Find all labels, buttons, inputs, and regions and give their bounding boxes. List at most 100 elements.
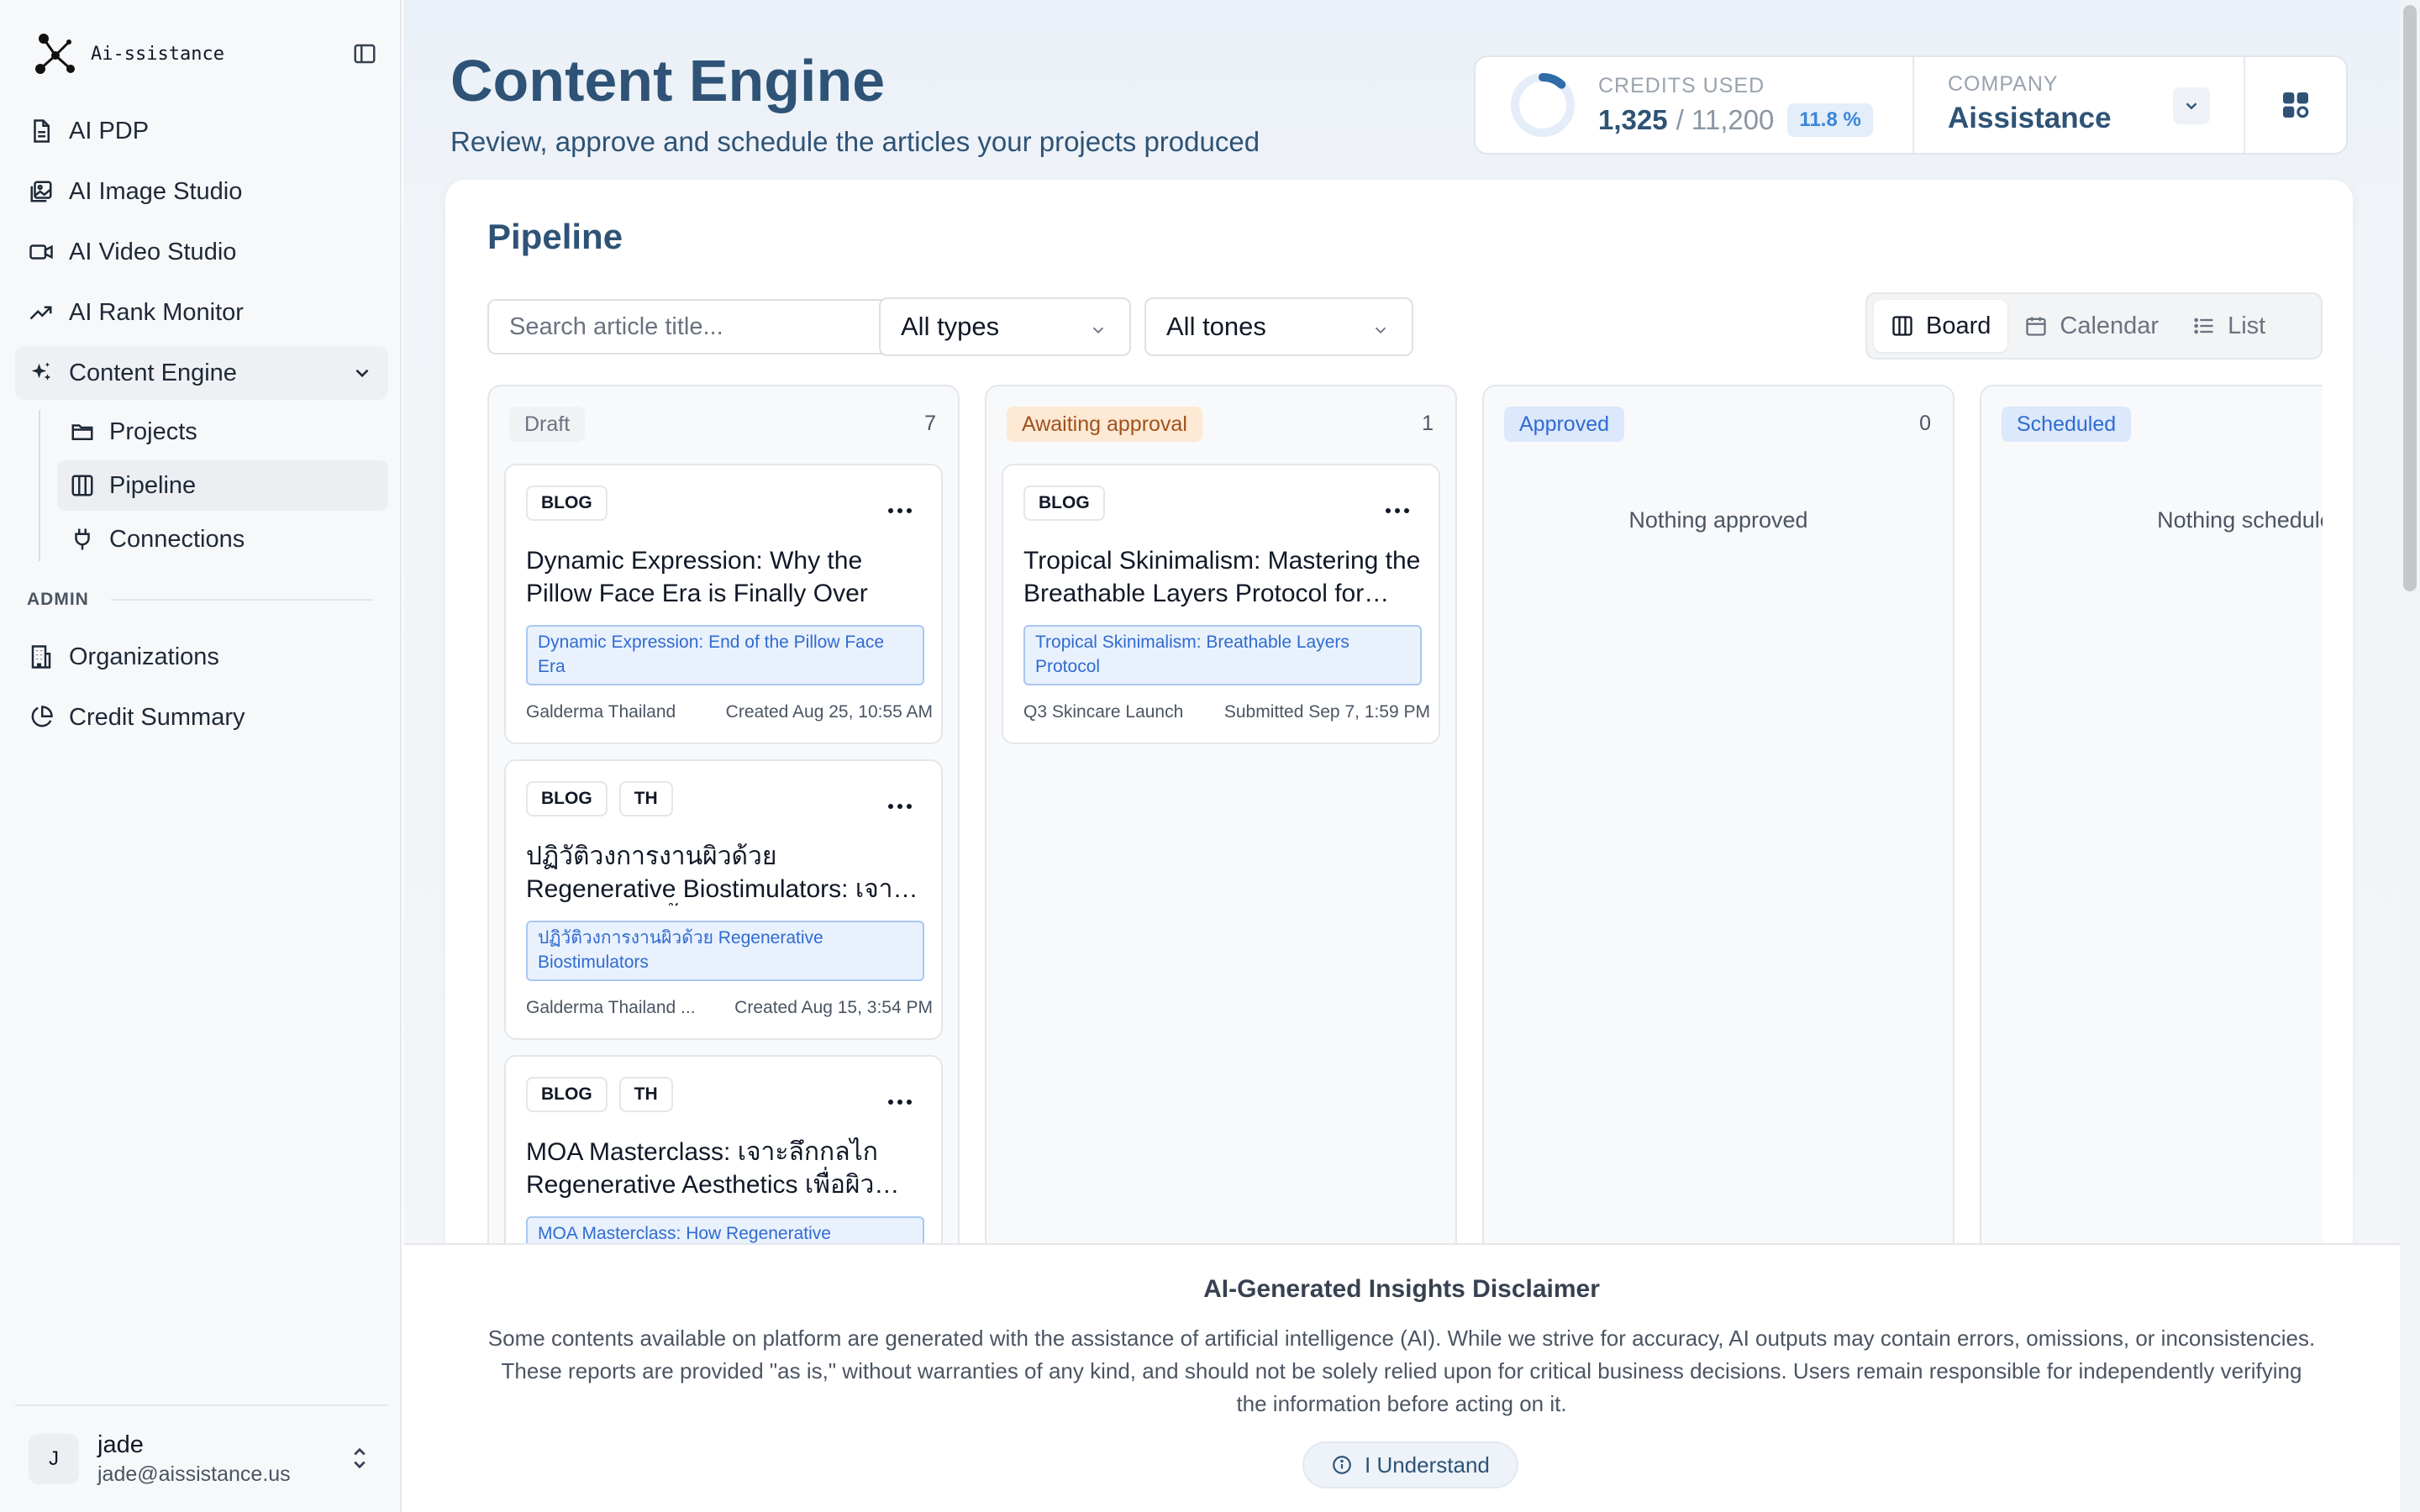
card-source: Galderma Thailand ... xyxy=(526,998,696,1017)
view-calendar-button[interactable]: Calendar xyxy=(2007,300,2175,352)
nav-label: Organizations xyxy=(69,643,219,670)
language-tag: TH xyxy=(618,1077,673,1112)
chevrons-up-down-icon xyxy=(348,1445,371,1472)
chevron-down-icon xyxy=(351,362,373,384)
more-options-icon[interactable] xyxy=(1385,507,1410,514)
user-name: jade xyxy=(97,1431,144,1458)
admin-label: ADMIN xyxy=(27,590,89,609)
tone-filter-value: All tones xyxy=(1166,312,1266,341)
nav-item-ai-pdp[interactable]: AI PDP xyxy=(15,104,388,158)
company-dropdown-button[interactable] xyxy=(2173,87,2210,124)
article-card[interactable]: BLOG Tropical Skinimalism: Mastering the… xyxy=(1002,464,1440,744)
apps-button[interactable] xyxy=(2245,57,2346,153)
user-info: jade jade@aissistance.us xyxy=(97,1431,291,1487)
project-tag: Tropical Skinimalism: Breathable Layers … xyxy=(1023,625,1422,685)
folder-icon xyxy=(69,418,96,445)
stats-card: CREDITS USED 1,325 / 11,200 11.8 % COMPA… xyxy=(1474,55,2348,155)
understand-button-label: I Understand xyxy=(1365,1452,1490,1478)
company-section: COMPANY Aissistance xyxy=(1914,57,2245,153)
type-tag: BLOG xyxy=(1023,486,1105,521)
disclaimer-title: AI-Generated Insights Disclaimer xyxy=(1203,1275,1600,1303)
nav-label: AI PDP xyxy=(69,117,150,144)
column-status-tag: Scheduled xyxy=(2002,407,2132,442)
chevron-down-icon xyxy=(1371,321,1390,339)
card-title: ปฏิวัติวงการงานผิวด้วย Regenerative Bios… xyxy=(526,843,907,903)
type-tag: BLOG xyxy=(526,781,608,816)
calendar-icon xyxy=(2024,314,2048,338)
column-empty-message: Nothing scheduled xyxy=(2157,507,2323,533)
page-title: Content Engine xyxy=(450,48,886,113)
column-count: 7 xyxy=(924,412,936,435)
sidebar-toggle-button[interactable] xyxy=(348,37,381,71)
credits-used-value: 1,325 xyxy=(1598,103,1668,135)
nav-item-organizations[interactable]: Organizations xyxy=(15,630,388,684)
sub-item-connections[interactable]: Connections xyxy=(57,514,388,564)
page-scrollbar-thumb[interactable] xyxy=(2403,5,2417,591)
card-source: Q3 Skincare Launch xyxy=(1023,702,1184,722)
nav-label: Content Engine xyxy=(69,359,237,386)
card-tags: BLOG xyxy=(1023,486,1117,521)
disclaimer-body: Some contents available on platform are … xyxy=(487,1326,2316,1416)
ai-disclaimer-banner: AI-Generated Insights Disclaimer Some co… xyxy=(403,1243,2400,1512)
sidebar: Ai-ssistance AI PDP AI Image Studio AI V… xyxy=(0,0,402,1512)
card-title: MOA Masterclass: เจาะลึกกลไก Regenerativ… xyxy=(526,1138,878,1199)
building-icon xyxy=(27,643,55,671)
list-icon xyxy=(2192,314,2216,338)
user-menu[interactable]: J jade jade@aissistance.us xyxy=(15,1404,388,1512)
pie-chart-icon xyxy=(27,703,55,732)
credits-label: CREDITS USED xyxy=(1598,73,1765,97)
info-icon xyxy=(1331,1454,1353,1476)
brand-logo-icon xyxy=(30,30,77,77)
nav-label: AI Rank Monitor xyxy=(69,298,244,326)
card-tags: BLOG TH xyxy=(526,781,685,816)
view-board-button[interactable]: Board xyxy=(1874,300,2008,352)
sub-item-projects[interactable]: Projects xyxy=(57,407,388,457)
column-status-tag: Awaiting approval xyxy=(1007,407,1202,442)
document-icon xyxy=(27,117,55,145)
card-date: Created Aug 25, 10:55 AM xyxy=(725,702,933,722)
project-tag: ปฏิวัติวงการงานผิวด้วย Regenerative Bios… xyxy=(526,921,924,981)
article-card[interactable]: BLOG TH ปฏิวัติวงการงานผิวด้วย Regenerat… xyxy=(504,759,943,1040)
admin-section-label: ADMIN xyxy=(27,590,388,610)
more-options-icon[interactable] xyxy=(887,507,913,514)
chevron-down-icon xyxy=(2186,102,2197,110)
card-meta: Galderma Thailand ... Created Aug 15, 3:… xyxy=(526,998,933,1018)
type-filter-select[interactable]: All types xyxy=(879,297,1131,356)
tone-filter-select[interactable]: All tones xyxy=(1144,297,1413,356)
column-empty-message: Nothing approved xyxy=(1628,507,1808,533)
column-count: 1 xyxy=(1422,412,1434,435)
sub-item-pipeline[interactable]: Pipeline xyxy=(57,460,388,511)
type-filter-value: All types xyxy=(901,312,1000,341)
trending-icon xyxy=(27,298,55,327)
nav-item-ai-rank-monitor[interactable]: AI Rank Monitor xyxy=(15,286,388,339)
nav-item-ai-image-studio[interactable]: AI Image Studio xyxy=(15,165,388,218)
brand[interactable]: Ai-ssistance xyxy=(30,30,224,77)
card-meta: Q3 Skincare Launch Submitted Sep 7, 1:59… xyxy=(1023,702,1430,722)
article-card[interactable]: BLOG Dynamic Expression: Why the Pillow … xyxy=(504,464,943,744)
view-label: List xyxy=(2228,312,2266,339)
view-toggle: Board Calendar List xyxy=(1865,292,2323,360)
chevron-down-icon xyxy=(1089,321,1107,339)
page-subtitle: Review, approve and schedule the article… xyxy=(450,126,1260,157)
view-list-button[interactable]: List xyxy=(2175,300,2282,352)
more-options-icon[interactable] xyxy=(887,803,913,810)
columns-icon xyxy=(1891,314,1914,338)
credits-progress-ring xyxy=(1511,73,1575,137)
nav-item-content-engine[interactable]: Content Engine xyxy=(15,346,388,400)
understand-button[interactable]: I Understand xyxy=(1302,1441,1518,1488)
language-tag: TH xyxy=(618,781,673,816)
nav-item-ai-video-studio[interactable]: AI Video Studio xyxy=(15,225,388,279)
brand-name: Ai-ssistance xyxy=(91,43,224,65)
type-tag: BLOG xyxy=(526,1077,608,1112)
sub-item-label: Pipeline xyxy=(109,471,197,499)
credits-text: CREDITS USED 1,325 / 11,200 11.8 % xyxy=(1598,74,1873,137)
nav-label: AI Image Studio xyxy=(69,177,243,205)
user-email: jade@aissistance.us xyxy=(97,1462,291,1486)
card-tags: BLOG xyxy=(526,486,619,521)
search-input[interactable] xyxy=(487,299,908,354)
card-date: Created Aug 15, 3:54 PM xyxy=(734,998,933,1017)
nav-item-credit-summary[interactable]: Credit Summary xyxy=(15,690,388,744)
card-title: Tropical Skinimalism: Mastering the Brea… xyxy=(1023,547,1421,607)
sub-item-label: Projects xyxy=(109,417,197,445)
more-options-icon[interactable] xyxy=(887,1099,913,1105)
